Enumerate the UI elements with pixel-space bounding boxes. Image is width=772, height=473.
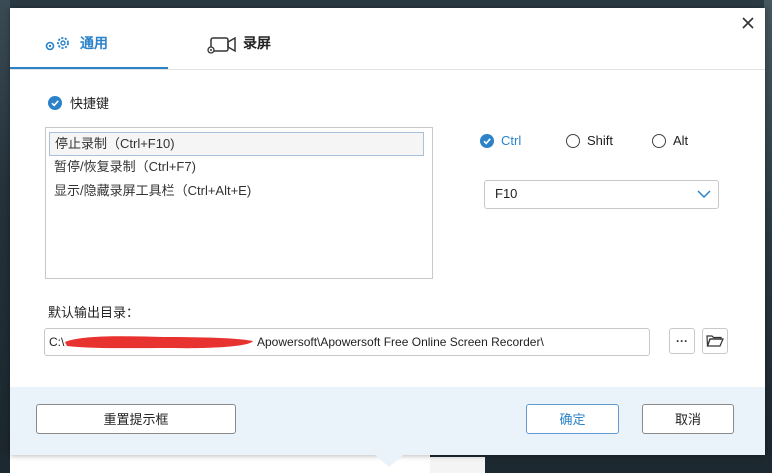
output-path-field[interactable]: C:\ Apowersoft\Apowersoft Free Online Sc… xyxy=(44,328,650,356)
chevron-down-icon xyxy=(696,187,712,204)
key-select[interactable]: F10 xyxy=(484,180,719,209)
checkmark-icon xyxy=(480,133,494,148)
modifier-alt-checkbox[interactable]: Alt xyxy=(652,133,688,148)
background-left xyxy=(0,0,10,473)
modifier-shift-label: Shift xyxy=(587,133,614,148)
background-panel-2 xyxy=(430,457,485,473)
hotkey-list[interactable]: 停止录制（Ctrl+F10) 暂停/恢复录制（Ctrl+F7) 显示/隐藏录屏工… xyxy=(45,127,433,279)
dialog-footer: 重置提示框 确定 取消 xyxy=(10,387,765,455)
tab-record-label: 录屏 xyxy=(243,35,271,51)
unchecked-circle-icon xyxy=(566,133,580,148)
background-right xyxy=(764,0,772,473)
output-path-suffix: Apowersoft\Apowersoft Free Online Screen… xyxy=(257,335,544,349)
unchecked-circle-icon xyxy=(652,133,666,148)
ok-button[interactable]: 确定 xyxy=(526,404,619,434)
modifier-ctrl-label: Ctrl xyxy=(501,133,522,148)
redaction-mark xyxy=(63,332,255,352)
tab-general-label: 通用 xyxy=(80,35,108,51)
open-folder-button[interactable] xyxy=(702,328,728,354)
cancel-button[interactable]: 取消 xyxy=(642,404,734,434)
video-camera-icon xyxy=(205,35,237,58)
hotkey-item-stop[interactable]: 停止录制（Ctrl+F10) xyxy=(49,132,424,156)
tab-record[interactable]: 录屏 xyxy=(200,32,320,69)
hotkey-enable-checkbox[interactable]: 快捷键 xyxy=(48,93,109,112)
key-select-value: F10 xyxy=(495,186,518,201)
tab-bar: 通用 录屏 xyxy=(10,8,765,70)
checkmark-icon xyxy=(48,95,62,110)
hotkey-item-pause[interactable]: 暂停/恢复录制（Ctrl+F7) xyxy=(49,156,422,178)
browse-more-button[interactable]: ··· xyxy=(669,328,695,354)
settings-dialog: 通用 录屏 快捷键 停止录制（Ctrl+F10) 暂停/恢复录制（Ctrl+F7… xyxy=(10,8,765,467)
tab-general[interactable]: 通用 xyxy=(10,32,168,69)
output-dir-label: 默认输出目录： xyxy=(48,305,140,320)
more-icon: ··· xyxy=(676,334,688,348)
hotkey-item-toolbar[interactable]: 显示/隐藏录屏工具栏（Ctrl+Alt+E) xyxy=(49,180,422,202)
gear-icon xyxy=(42,35,74,56)
folder-icon xyxy=(706,335,724,347)
modifier-ctrl-checkbox[interactable]: Ctrl xyxy=(480,133,521,148)
dialog-pointer xyxy=(375,455,403,467)
modifier-shift-checkbox[interactable]: Shift xyxy=(566,133,613,148)
reset-prompts-button[interactable]: 重置提示框 xyxy=(36,404,236,434)
background-panel xyxy=(10,455,430,473)
modifier-alt-label: Alt xyxy=(673,133,689,148)
hotkey-enable-label: 快捷键 xyxy=(70,96,110,111)
